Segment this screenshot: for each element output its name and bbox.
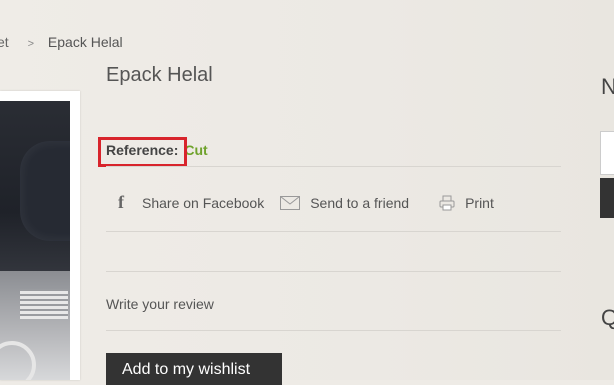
share-facebook-link[interactable]: f Share on Facebook [118, 192, 264, 213]
write-review-link[interactable]: Write your review [106, 296, 214, 312]
divider-top [106, 166, 561, 167]
reference-value: Cut [184, 142, 208, 158]
print-icon [439, 195, 455, 211]
share-facebook-label: Share on Facebook [142, 194, 265, 211]
breadcrumb-current: Epack Helal [47, 34, 123, 50]
add-to-wishlist-button[interactable]: Add to my wishlist [106, 353, 282, 385]
divider-review-bottom [106, 330, 561, 331]
right-column-input[interactable] [600, 131, 614, 175]
divider-review-top [106, 271, 561, 272]
breadcrumb: et > Epack Helal [0, 34, 123, 50]
chair-shape [20, 141, 70, 241]
reference-highlight-box [98, 137, 187, 167]
divider-actions [106, 231, 561, 232]
social-actions: f Share on Facebook Send to a friend Pri… [118, 192, 494, 213]
right-column-button[interactable] [600, 178, 614, 218]
breadcrumb-previous-link[interactable]: et [0, 34, 9, 50]
send-friend-link[interactable]: Send to a friend [280, 195, 409, 211]
send-friend-label: Send to a friend [310, 194, 410, 211]
mail-icon [280, 195, 301, 210]
product-title: Epack Helal [106, 64, 213, 86]
right-column-heading-2: Q [601, 305, 614, 330]
print-link[interactable]: Print [439, 195, 494, 211]
product-image[interactable] [0, 101, 70, 380]
right-column-heading: N [601, 74, 614, 99]
facebook-icon: f [118, 192, 124, 212]
print-label: Print [465, 194, 494, 211]
page-background [0, 0, 614, 380]
breadcrumb-separator: > [27, 38, 35, 50]
books-shape [20, 289, 68, 319]
